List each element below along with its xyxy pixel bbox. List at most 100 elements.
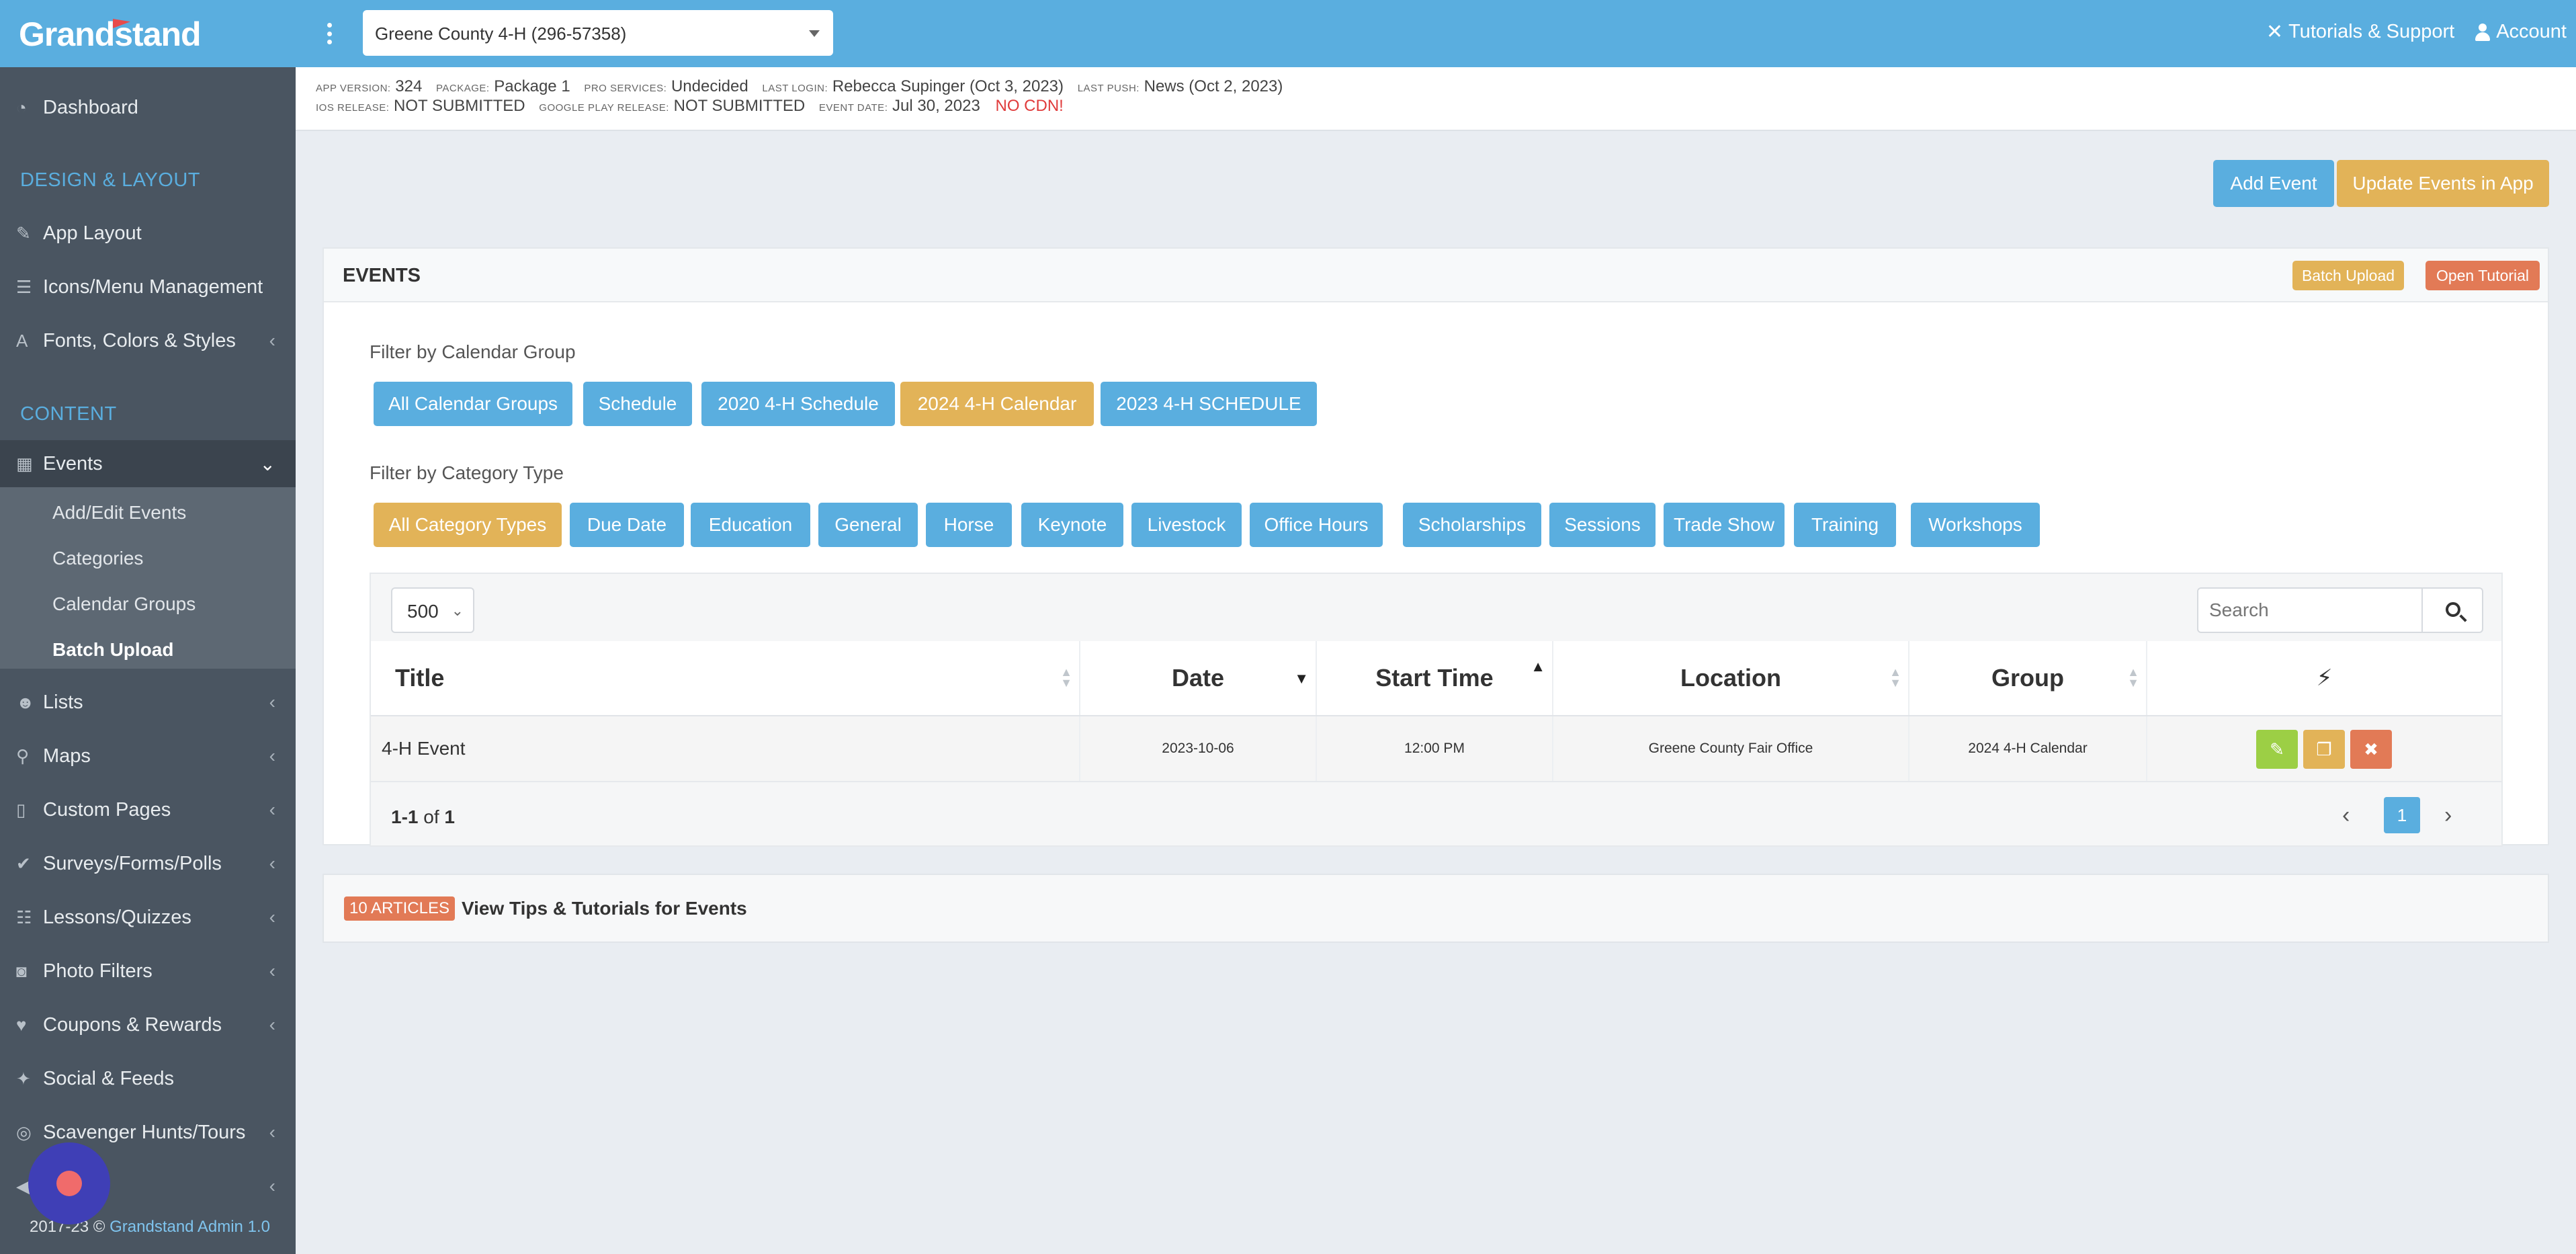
kebab-menu-icon[interactable]: [323, 20, 336, 47]
filter-education[interactable]: Education: [691, 503, 810, 547]
info-line-1: App Version: 324 Package: Package 1 Pro …: [316, 78, 2556, 97]
filter-general[interactable]: General: [818, 503, 918, 547]
pro-services-value: Undecided: [671, 77, 748, 95]
sidebar-item-dashboard[interactable]: ◔ Dashboard: [0, 81, 296, 134]
logo[interactable]: Grandstand: [19, 15, 202, 54]
filter-all-calendar-groups[interactable]: All Calendar Groups: [374, 382, 572, 426]
sidebar-item-lists[interactable]: ☻ Lists ‹: [0, 675, 296, 729]
app-selector[interactable]: Greene County 4-H (296-57358): [363, 10, 833, 56]
sort-icon: ▲ ▼: [1889, 665, 1901, 689]
font-icon: A: [16, 330, 28, 351]
record-button[interactable]: [28, 1142, 110, 1224]
top-bar: Grandstand Greene County 4-H (296-57358)…: [0, 0, 2576, 67]
filter-2023-4h-schedule[interactable]: 2023 4-H SCHEDULE: [1101, 382, 1317, 426]
filter-2020-4h-schedule[interactable]: 2020 4-H Schedule: [701, 382, 895, 426]
chevron-left-icon: ‹: [269, 1122, 275, 1142]
check-icon: ✔: [16, 853, 31, 874]
tips-bar[interactable]: 10 ARTICLES View Tips & Tutorials for Ev…: [323, 874, 2549, 943]
close-icon: ✖: [2364, 739, 2378, 759]
filter-scholarships[interactable]: Scholarships: [1403, 503, 1541, 547]
filter-due-date[interactable]: Due Date: [570, 503, 684, 547]
filter-trade-show[interactable]: Trade Show: [1664, 503, 1785, 547]
filter-sessions[interactable]: Sessions: [1549, 503, 1656, 547]
copy-icon: ❐: [2316, 739, 2332, 759]
sidebar-item-events[interactable]: ▦ Events ⌄: [0, 440, 296, 487]
sidebar-item-app-layout[interactable]: ✎ App Layout: [0, 206, 296, 260]
search-input[interactable]: [2197, 587, 2423, 633]
column-location[interactable]: Location ▲ ▼: [1553, 641, 1909, 715]
pager-prev-icon[interactable]: ‹: [2342, 802, 2350, 829]
compass-icon: ◎: [16, 1122, 32, 1142]
sidebar-item-coupons[interactable]: ♥ Coupons & Rewards ‹: [0, 998, 296, 1052]
sidebar-item-maps[interactable]: ⚲ Maps ‹: [0, 729, 296, 783]
filter-training[interactable]: Training: [1794, 503, 1896, 547]
cell-group: 2024 4-H Calendar: [1909, 716, 2147, 781]
info-total: 1: [444, 806, 455, 827]
info-label: iOS Release:: [316, 102, 390, 114]
sidebar-item-photo-filters[interactable]: ◙ Photo Filters ‹: [0, 944, 296, 998]
filter-workshops[interactable]: Workshops: [1911, 503, 2040, 547]
pager-next-icon[interactable]: ›: [2444, 802, 2452, 829]
no-cdn-warning: NO CDN!: [995, 97, 1064, 115]
sidebar-item-icons-menu[interactable]: ☰ Icons/Menu Management: [0, 260, 296, 314]
chevron-left-icon: ‹: [269, 907, 275, 927]
filter-horse[interactable]: Horse: [926, 503, 1012, 547]
events-subnav: Add/Edit Events Categories Calendar Grou…: [0, 487, 296, 669]
subnav-categories[interactable]: Categories: [52, 548, 143, 569]
column-group-label: Group: [1991, 664, 2064, 692]
info-label: Last Login:: [762, 83, 828, 94]
sidebar-item-fonts-colors[interactable]: A Fonts, Colors & Styles ‹: [0, 314, 296, 368]
section-content: CONTENT: [20, 403, 117, 425]
sidebar-item-custom-pages[interactable]: ▯ Custom Pages ‹: [0, 783, 296, 837]
package-value: Package 1: [494, 77, 570, 95]
subnav-batch-upload[interactable]: Batch Upload: [52, 639, 173, 661]
sidebar-item-label: Scavenger Hunts/Tours: [43, 1121, 246, 1143]
filter-schedule[interactable]: Schedule: [583, 382, 692, 426]
filter-2024-4h-calendar[interactable]: 2024 4-H Calendar: [900, 382, 1094, 426]
column-title[interactable]: Title ▲ ▼: [371, 641, 1080, 715]
account-label: Account: [2496, 21, 2567, 42]
filter-office-hours[interactable]: Office Hours: [1250, 503, 1383, 547]
lightning-icon: ⚡: [2316, 665, 2333, 691]
map-pin-icon: ⚲: [16, 745, 30, 766]
edit-button[interactable]: ✎: [2256, 730, 2298, 769]
column-start-time[interactable]: Start Time ▲: [1317, 641, 1553, 715]
sidebar-item-lessons[interactable]: ☷ Lessons/Quizzes ‹: [0, 890, 296, 944]
footer-admin-link[interactable]: Grandstand Admin 1.0: [110, 1218, 270, 1236]
server-icon: ☷: [16, 907, 32, 927]
account-link[interactable]: Account: [2475, 20, 2567, 44]
subnav-calendar-groups[interactable]: Calendar Groups: [52, 593, 196, 615]
add-event-button[interactable]: Add Event: [2213, 160, 2334, 207]
user-icon: [2475, 23, 2491, 41]
sort-icon: ▲ ▼: [2127, 665, 2139, 689]
sidebar-item-surveys[interactable]: ✔ Surveys/Forms/Polls ‹: [0, 837, 296, 890]
filter-livestock[interactable]: Livestock: [1131, 503, 1242, 547]
column-date[interactable]: Date ▼: [1080, 641, 1317, 715]
table-header: Title ▲ ▼ Date ▼ Start Time ▲ Location ▲ ▼…: [371, 641, 2501, 716]
tutorials-support-link[interactable]: ✕ Tutorials & Support: [2266, 20, 2454, 44]
sidebar-item-label: Lessons/Quizzes: [43, 906, 191, 928]
info-label: Package:: [435, 83, 490, 94]
pager-page-1[interactable]: 1: [2384, 797, 2420, 833]
update-events-button[interactable]: Update Events in App: [2337, 160, 2549, 207]
filter-keynote[interactable]: Keynote: [1021, 503, 1123, 547]
search-button[interactable]: [2421, 587, 2483, 633]
duplicate-button[interactable]: ❐: [2303, 730, 2345, 769]
batch-upload-button[interactable]: Batch Upload: [2292, 261, 2404, 290]
chevron-down-icon: ⌄: [451, 602, 464, 619]
delete-button[interactable]: ✖: [2350, 730, 2392, 769]
sort-asc-icon: ▲: [1531, 658, 1545, 675]
subnav-add-edit-events[interactable]: Add/Edit Events: [52, 502, 186, 524]
column-group[interactable]: Group ▲ ▼: [1909, 641, 2147, 715]
sidebar-item-social[interactable]: ✦ Social & Feeds: [0, 1052, 296, 1105]
tips-link[interactable]: View Tips & Tutorials for Events: [462, 898, 747, 919]
open-tutorial-button[interactable]: Open Tutorial: [2425, 261, 2540, 290]
dashboard-icon: ◔: [16, 97, 27, 118]
page-length-select[interactable]: 500 ⌄: [391, 587, 474, 633]
table-row[interactable]: 4-H Event 2023-10-06 12:00 PM Greene Cou…: [371, 716, 2501, 782]
camera-icon: ◙: [16, 960, 27, 981]
chevron-left-icon: ‹: [269, 692, 275, 712]
list-icon: ☰: [16, 276, 32, 297]
sidebar-item-label: Custom Pages: [43, 798, 171, 821]
filter-all-category-types[interactable]: All Category Types: [374, 503, 562, 547]
